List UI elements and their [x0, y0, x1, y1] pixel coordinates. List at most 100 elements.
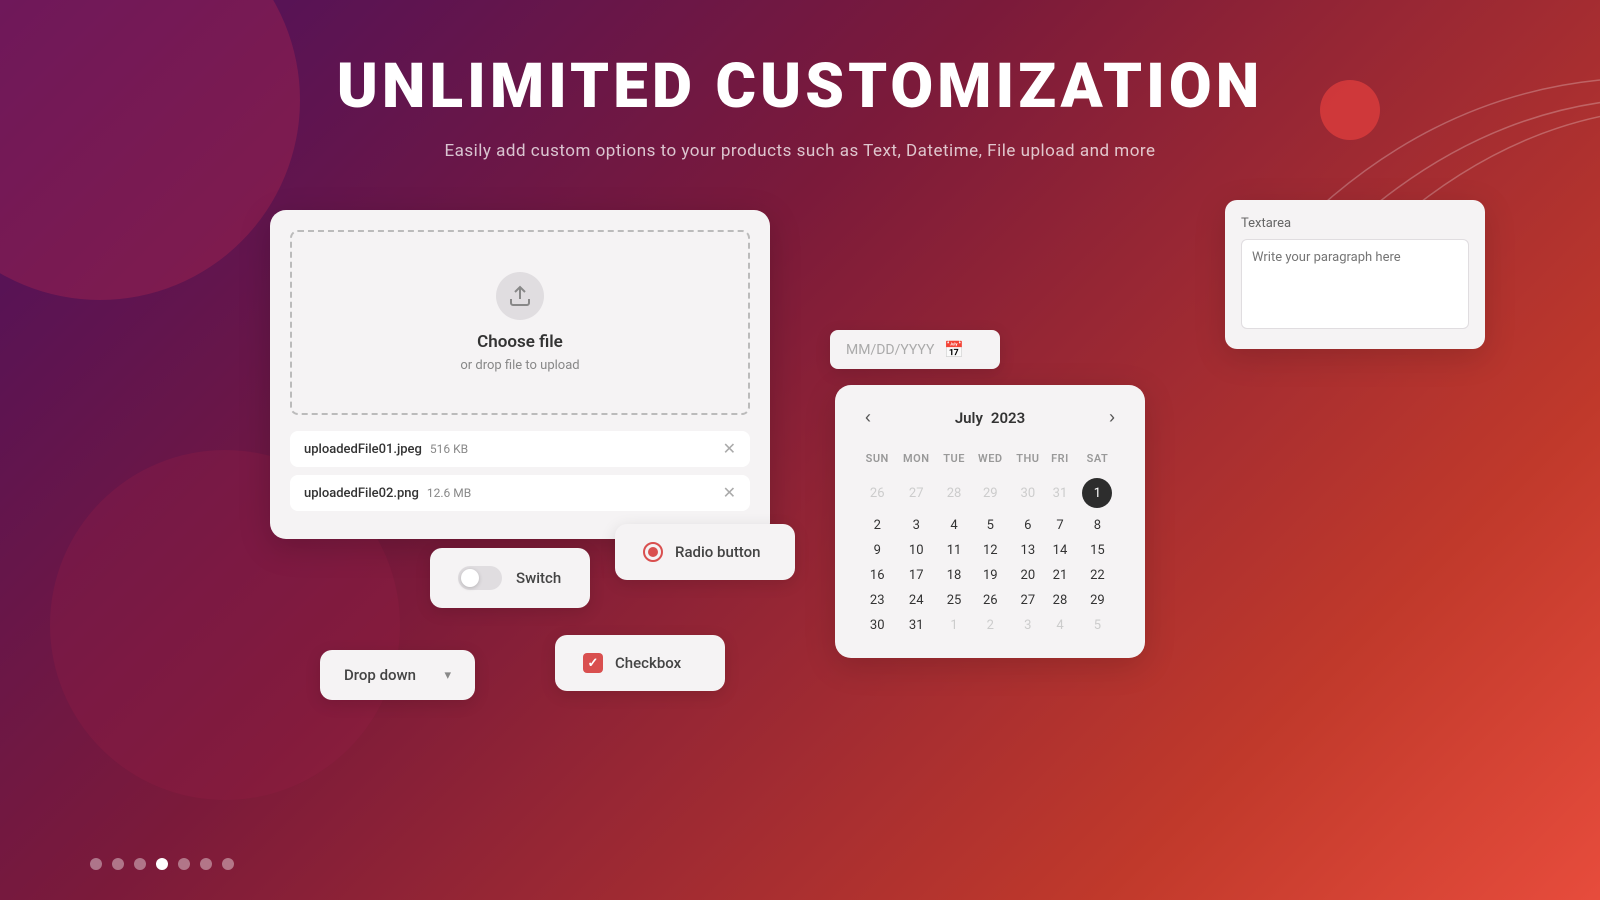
calendar-day[interactable]: 20: [1010, 563, 1047, 588]
calendar-day[interactable]: 5: [971, 513, 1009, 538]
calendar-day[interactable]: 12: [971, 538, 1009, 563]
bg-decoration-1: [0, 0, 300, 300]
calendar-day[interactable]: 17: [895, 563, 937, 588]
calendar-day[interactable]: 3: [1010, 613, 1047, 638]
cal-day-header: TUE: [937, 448, 971, 473]
calendar-grid: SUNMONTUEWEDTHUFRISAT 262728293031123456…: [859, 448, 1121, 638]
cal-day-header: MON: [895, 448, 937, 473]
pagination-dot[interactable]: [200, 858, 212, 870]
radio-widget[interactable]: Radio button: [615, 524, 795, 580]
switch-thumb: [461, 569, 479, 587]
dropdown-widget[interactable]: Drop down ▾: [320, 650, 475, 700]
pagination-dot[interactable]: [134, 858, 146, 870]
pagination-dot[interactable]: [112, 858, 124, 870]
calendar-day[interactable]: 28: [937, 473, 971, 513]
calendar-day[interactable]: 21: [1046, 563, 1074, 588]
pagination-dot[interactable]: [90, 858, 102, 870]
file-remove-1[interactable]: ✕: [723, 441, 736, 457]
calendar-day[interactable]: 1: [1074, 473, 1121, 513]
textarea-field[interactable]: [1241, 239, 1469, 329]
switch-toggle[interactable]: [458, 566, 502, 590]
calendar-day[interactable]: 19: [971, 563, 1009, 588]
calendar-day[interactable]: 3: [895, 513, 937, 538]
calendar-prev-button[interactable]: ‹: [859, 405, 877, 430]
calendar-day[interactable]: 30: [859, 613, 895, 638]
calendar-icon: 📅: [944, 340, 964, 359]
calendar-day[interactable]: 9: [859, 538, 895, 563]
calendar-day[interactable]: 14: [1046, 538, 1074, 563]
radio-button-circle[interactable]: [643, 542, 663, 562]
calendar-day[interactable]: 27: [1010, 588, 1047, 613]
calendar-day[interactable]: 18: [937, 563, 971, 588]
calendar-day[interactable]: 22: [1074, 563, 1121, 588]
calendar-day[interactable]: 26: [971, 588, 1009, 613]
calendar-day[interactable]: 2: [971, 613, 1009, 638]
file-info-1: uploadedFile01.jpeg 516 KB: [304, 442, 468, 457]
date-input-wrap[interactable]: MM/DD/YYYY 📅: [830, 330, 1000, 369]
file-size-2: 12.6 MB: [427, 486, 471, 500]
calendar-selected-day: 1: [1082, 478, 1112, 508]
file-size-1: 516 KB: [430, 442, 468, 456]
calendar-day[interactable]: 16: [859, 563, 895, 588]
pagination-dots: [90, 858, 234, 870]
cal-day-header: WED: [971, 448, 1009, 473]
calendar-day[interactable]: 15: [1074, 538, 1121, 563]
calendar-week-row: 16171819202122: [859, 563, 1121, 588]
upload-icon: [496, 272, 544, 320]
calendar-week-row: 23242526272829: [859, 588, 1121, 613]
textarea-card: Textarea: [1225, 200, 1485, 349]
calendar-day[interactable]: 29: [1074, 588, 1121, 613]
calendar-day[interactable]: 4: [937, 513, 971, 538]
calendar-day[interactable]: 31: [895, 613, 937, 638]
checkbox-widget[interactable]: ✓ Checkbox: [555, 635, 725, 691]
file-name-2: uploadedFile02.png: [304, 486, 419, 501]
textarea-label: Textarea: [1241, 216, 1469, 231]
dropdown-label: Drop down: [344, 666, 416, 684]
radio-inner: [648, 547, 658, 557]
calendar-day[interactable]: 11: [937, 538, 971, 563]
calendar-day[interactable]: 13: [1010, 538, 1047, 563]
switch-widget[interactable]: Switch: [430, 548, 590, 608]
file-remove-2[interactable]: ✕: [723, 485, 736, 501]
file-row-2: uploadedFile02.png 12.6 MB ✕: [290, 475, 750, 511]
calendar-day[interactable]: 26: [859, 473, 895, 513]
date-input-placeholder: MM/DD/YYYY: [846, 342, 934, 358]
pagination-dot[interactable]: [178, 858, 190, 870]
calendar-day[interactable]: 28: [1046, 588, 1074, 613]
pagination-dot[interactable]: [222, 858, 234, 870]
cal-day-header: SAT: [1074, 448, 1121, 473]
calendar-month-year: July 2023: [955, 409, 1025, 427]
calendar-day[interactable]: 27: [895, 473, 937, 513]
calendar-day[interactable]: 31: [1046, 473, 1074, 513]
calendar-next-button[interactable]: ›: [1103, 405, 1121, 430]
calendar-week-row: 9101112131415: [859, 538, 1121, 563]
calendar-month: July: [955, 409, 983, 427]
calendar-day[interactable]: 30: [1010, 473, 1047, 513]
calendar-day[interactable]: 29: [971, 473, 1009, 513]
calendar-day[interactable]: 23: [859, 588, 895, 613]
calendar-week-row: 2345678: [859, 513, 1121, 538]
file-upload-card: Choose file or drop file to upload uploa…: [270, 210, 770, 539]
radio-label: Radio button: [675, 543, 761, 561]
calendar-day[interactable]: 8: [1074, 513, 1121, 538]
pagination-dot[interactable]: [156, 858, 168, 870]
calendar-week-row: 262728293031 1: [859, 473, 1121, 513]
calendar-day[interactable]: 7: [1046, 513, 1074, 538]
dropzone[interactable]: Choose file or drop file to upload: [290, 230, 750, 415]
calendar-day-headers: SUNMONTUEWEDTHUFRISAT: [859, 448, 1121, 473]
calendar-day[interactable]: 25: [937, 588, 971, 613]
calendar-day[interactable]: 4: [1046, 613, 1074, 638]
checkbox-box[interactable]: ✓: [583, 653, 603, 673]
cal-day-header: SUN: [859, 448, 895, 473]
calendar-day[interactable]: 6: [1010, 513, 1047, 538]
calendar-body[interactable]: 2627282930311234567891011121314151617181…: [859, 473, 1121, 638]
calendar-card: ‹ July 2023 › SUNMONTUEWEDTHUFRISAT 2627…: [835, 385, 1145, 658]
chevron-down-icon: ▾: [444, 668, 451, 683]
file-row-1: uploadedFile01.jpeg 516 KB ✕: [290, 431, 750, 467]
calendar-day[interactable]: 10: [895, 538, 937, 563]
calendar-day[interactable]: 24: [895, 588, 937, 613]
calendar-day[interactable]: 1: [937, 613, 971, 638]
calendar-day[interactable]: 2: [859, 513, 895, 538]
calendar-day[interactable]: 5: [1074, 613, 1121, 638]
cal-day-header: THU: [1010, 448, 1047, 473]
